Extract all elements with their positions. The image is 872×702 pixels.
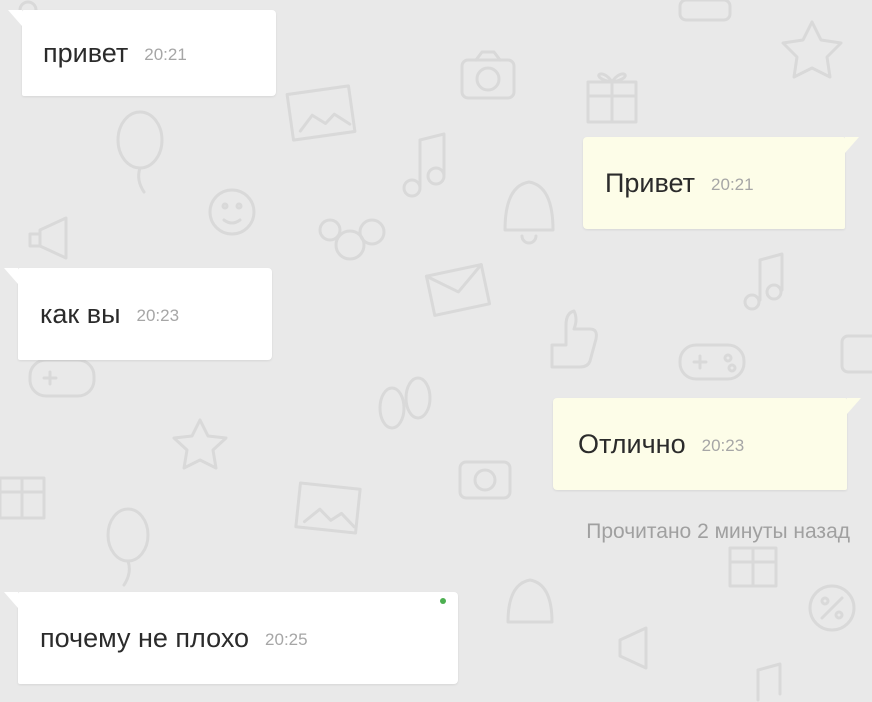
read-receipt-status: Прочитано 2 минуты назад [586,520,850,543]
incoming-message-bubble[interactable]: как вы 20:23 [4,268,272,360]
outgoing-message-bubble[interactable]: Привет 20:21 [583,137,859,229]
online-indicator-dot [440,598,446,604]
message-time: 20:21 [144,45,187,64]
bubble-tail [847,398,861,414]
bubble-tail [4,592,18,608]
message-text: как вы [40,298,121,329]
message-text: Отлично [578,428,686,459]
incoming-message-bubble[interactable]: привет 20:21 [8,10,276,96]
incoming-message-bubble[interactable]: почему не плохо 20:25 [4,592,458,684]
message-time: 20:21 [711,175,754,194]
message-text: почему не плохо [40,622,250,653]
message-time: 20:23 [136,306,180,325]
message-time: 20:25 [265,630,308,649]
chat-message-list: привет 20:21 Привет 20:21 как вы 20:23 О… [0,0,872,702]
message-text: Привет [605,167,696,198]
bubble-tail [845,137,859,153]
message-text: привет [43,37,129,68]
bubble-tail [4,268,18,284]
message-time: 20:23 [701,436,745,455]
outgoing-message-bubble[interactable]: Отлично 20:23 [553,398,861,490]
bubble-tail [8,10,22,26]
